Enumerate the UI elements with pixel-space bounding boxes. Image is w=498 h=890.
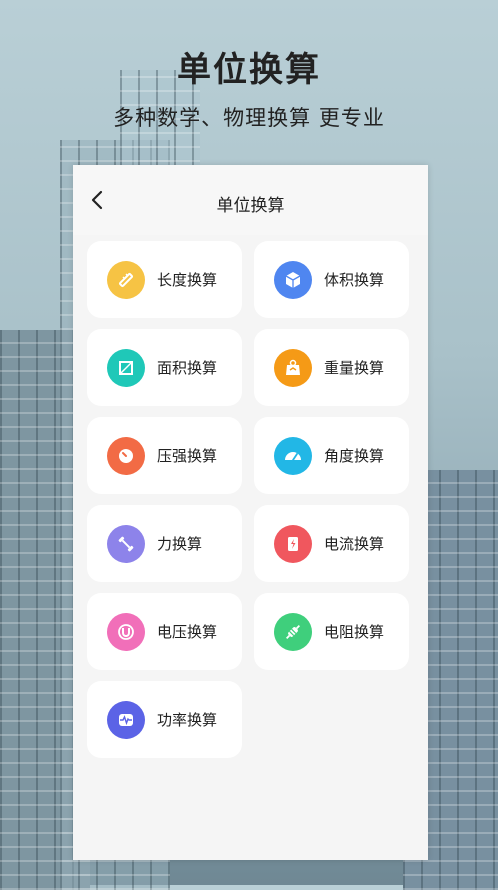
hero-subtitle: 多种数学、物理换算 更专业 (113, 106, 385, 130)
converter-card-angle[interactable]: 角度换算 (254, 417, 409, 494)
hero-title: 单位换算 (177, 50, 321, 90)
converter-label: 功率换算 (157, 711, 218, 729)
area-icon (107, 348, 145, 387)
battery-bolt-icon (274, 524, 312, 563)
converter-card-length[interactable]: 长度换算 (87, 241, 242, 318)
converter-label: 力换算 (157, 535, 203, 553)
converter-card-volume[interactable]: 体积换算 (254, 241, 409, 318)
converter-card-pressure[interactable]: 压强换算 (87, 417, 242, 494)
converter-card-current[interactable]: 电流换算 (254, 505, 409, 582)
magnet-icon (107, 612, 145, 651)
converter-label: 电流换算 (324, 535, 385, 553)
converter-label: 电阻换算 (324, 623, 385, 641)
dumbbell-icon (107, 524, 145, 563)
app-screen: 单位换算 长度换算 体积换算 面积换算 重量换算 压强换算 角度换算 力换算 电… (73, 165, 428, 860)
page-title: 单位换算 (216, 196, 285, 216)
converter-label: 压强换算 (157, 447, 218, 465)
converter-card-voltage[interactable]: 电压换算 (87, 593, 242, 670)
converter-card-area[interactable]: 面积换算 (87, 329, 242, 406)
converter-card-force[interactable]: 力换算 (87, 505, 242, 582)
resistor-icon (274, 612, 312, 651)
nav-bar: 单位换算 (73, 165, 428, 235)
cube-icon (274, 260, 312, 299)
converter-card-resistance[interactable]: 电阻换算 (254, 593, 409, 670)
pressure-icon (107, 436, 145, 475)
converter-label: 长度换算 (157, 271, 218, 289)
gauge-icon (274, 436, 312, 475)
converter-card-power[interactable]: 功率换算 (87, 681, 242, 758)
converter-label: 体积换算 (324, 271, 385, 289)
pulse-icon (107, 700, 145, 739)
converter-grid: 长度换算 体积换算 面积换算 重量换算 压强换算 角度换算 力换算 电流换算 电… (87, 241, 417, 758)
scale-icon (274, 348, 312, 387)
converter-label: 角度换算 (324, 447, 385, 465)
ruler-icon (107, 260, 145, 299)
converter-label: 面积换算 (157, 359, 218, 377)
converter-label: 电压换算 (157, 623, 218, 641)
converter-card-weight[interactable]: 重量换算 (254, 329, 409, 406)
converter-label: 重量换算 (324, 359, 385, 377)
